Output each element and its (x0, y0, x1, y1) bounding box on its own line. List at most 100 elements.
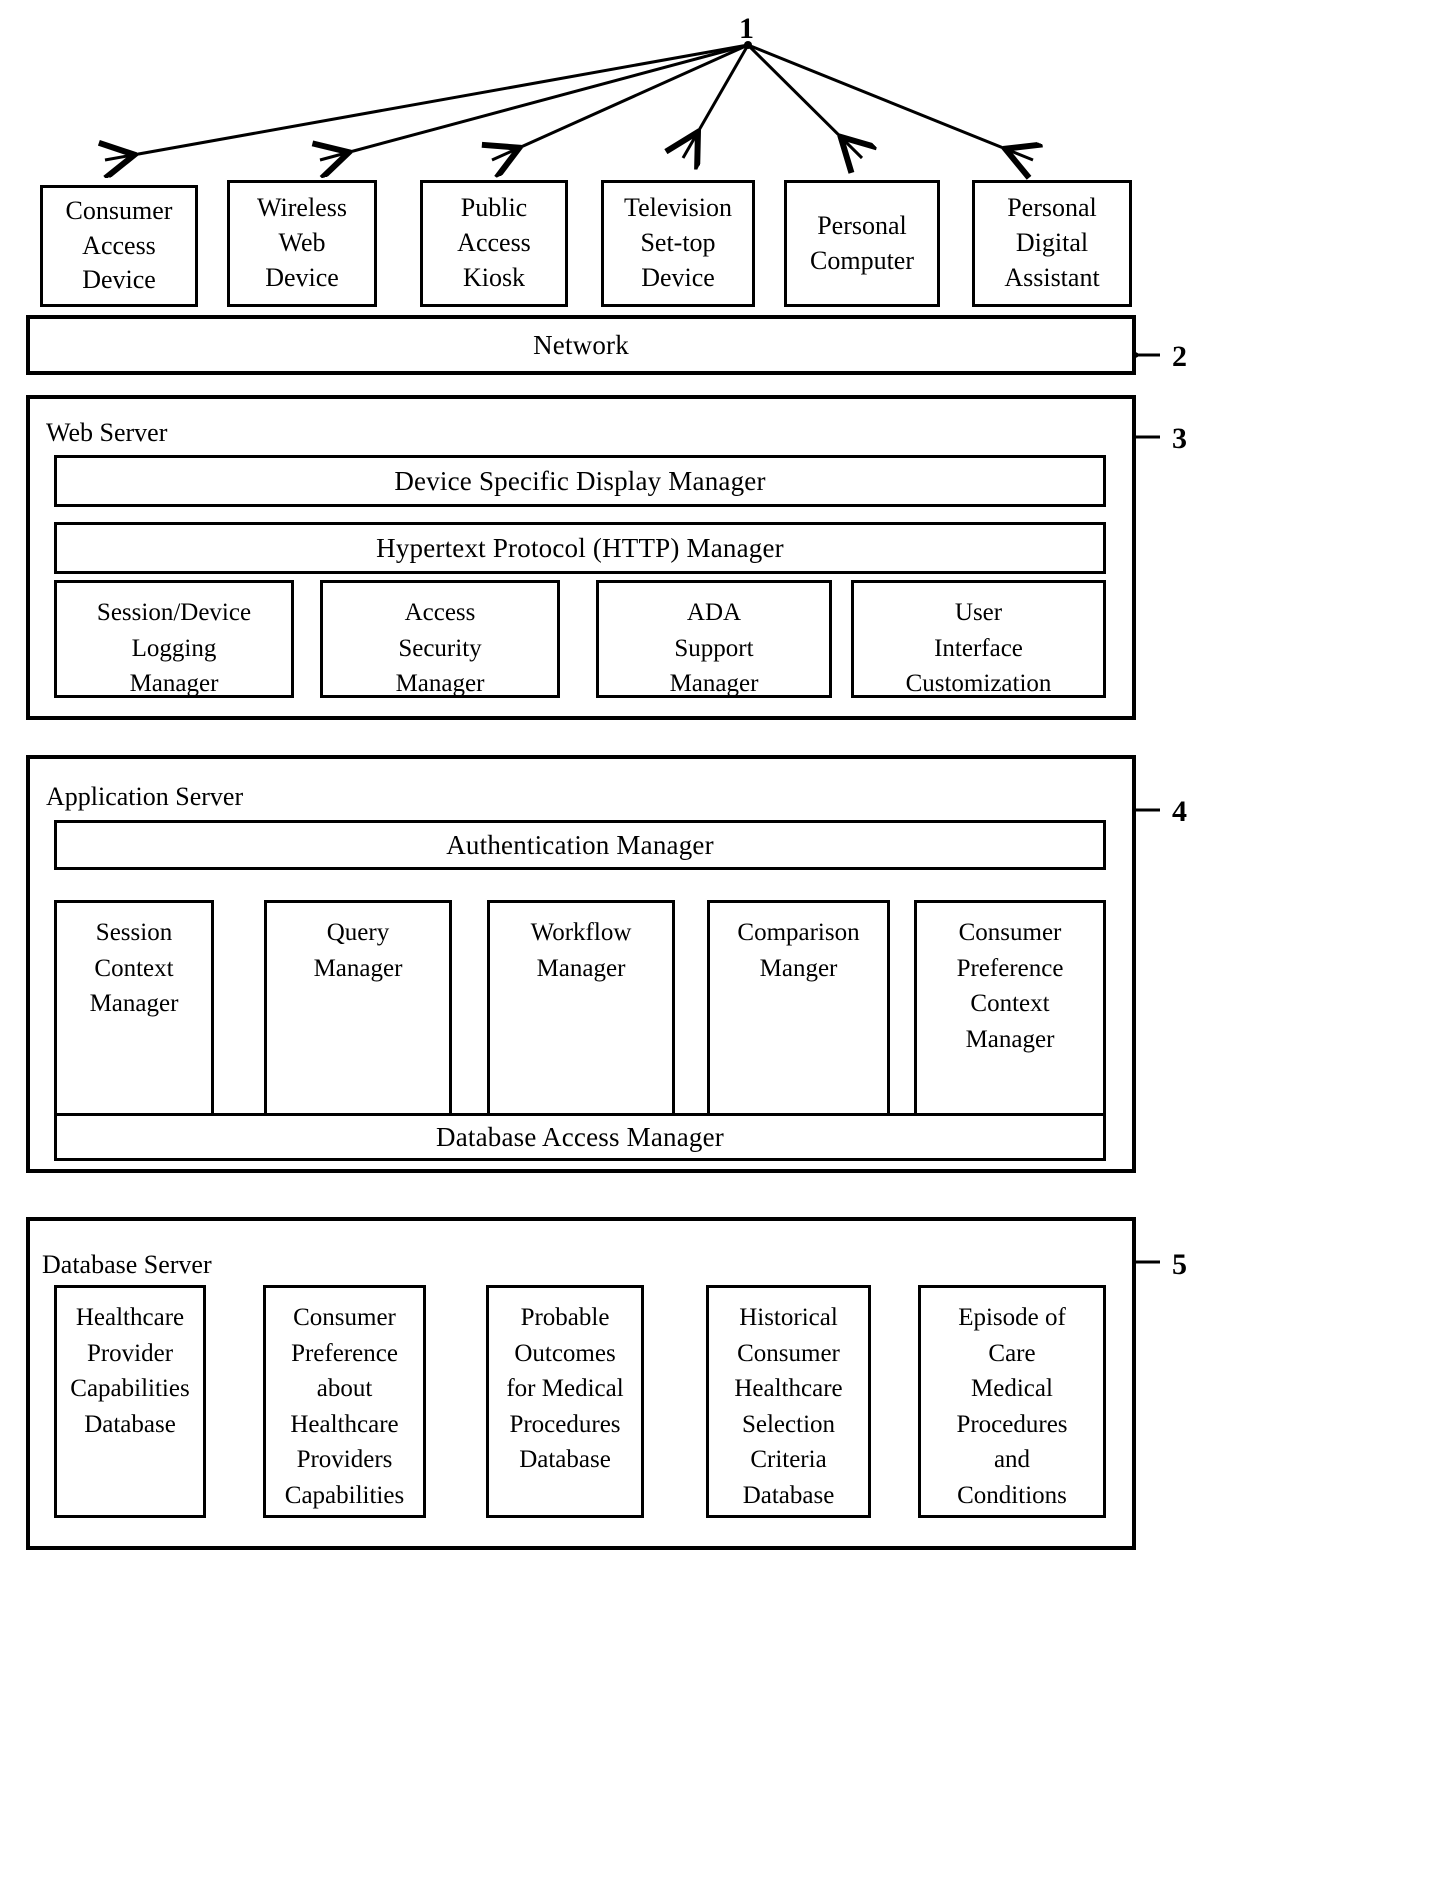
database-line: Healthcare (290, 1410, 399, 1438)
module-line: Context (970, 990, 1050, 1017)
device-box-consumer-access-device[interactable]: Consumer Access Device (40, 185, 198, 307)
device-line: Consumer (65, 195, 173, 225)
application-server-module-session-context-manager[interactable]: Session Context Manager (54, 900, 214, 1120)
device-line: Kiosk (462, 262, 526, 292)
network-label: Network (533, 329, 629, 360)
module-line: Consumer (958, 919, 1062, 946)
database-line: Probable (520, 1304, 610, 1331)
web-server-module-ada-support-manager[interactable]: ADA Support Manager (596, 580, 832, 698)
module-line: Manger (759, 954, 838, 982)
application-server-module-consumer-preference-context-manager[interactable]: Consumer Preference Context Manager (914, 900, 1106, 1120)
device-line: Device (82, 265, 156, 295)
database-box-historical-consumer-healthcare-selection-criteria-database[interactable]: Historical Consumer Healthcare Selection… (706, 1285, 871, 1518)
database-line: Criteria (750, 1446, 827, 1473)
reference-numeral-4: 4 (1172, 795, 1187, 828)
database-line: Care (988, 1339, 1036, 1367)
module-line: Security (398, 634, 482, 662)
database-line: Database (742, 1481, 835, 1509)
module-line: Manager (395, 670, 485, 697)
database-line: Healthcare (734, 1375, 843, 1402)
device-line: Public (460, 193, 528, 223)
device-box-public-access-kiosk[interactable]: Public Access Kiosk (420, 180, 568, 307)
reference-numeral-3: 3 (1172, 422, 1187, 455)
database-box-healthcare-provider-capabilities-database[interactable]: Healthcare Provider Capabilities Databas… (54, 1285, 206, 1518)
reference-numeral-2: 2 (1172, 340, 1187, 373)
device-line: Computer (810, 245, 914, 275)
module-line: Customization (905, 670, 1052, 697)
database-line: Database (84, 1410, 176, 1438)
web-server-bar-device-specific-display-manager[interactable]: Device Specific Display Manager (54, 455, 1106, 507)
web-server-module-user-interface-customization[interactable]: User Interface Customization (851, 580, 1106, 698)
database-line: Procedures (509, 1410, 621, 1438)
device-line: Digital (1015, 228, 1089, 258)
database-line: Selection (741, 1410, 836, 1438)
database-line: Capabilities (70, 1375, 190, 1402)
application-server-bar-database-access-manager[interactable]: Database Access Manager (54, 1113, 1106, 1161)
database-line: and (993, 1446, 1031, 1473)
device-line: Access (82, 230, 156, 260)
module-line: Access (404, 599, 476, 626)
database-line: Preference (291, 1339, 398, 1367)
module-line: Manager (89, 990, 179, 1017)
device-line: Web (278, 228, 326, 258)
module-line: Session/Device (96, 599, 252, 626)
module-line: Manager (313, 954, 403, 982)
module-line: ADA (686, 599, 742, 626)
database-line: Healthcare (75, 1304, 185, 1331)
reference-numeral-5: 5 (1172, 1248, 1187, 1281)
module-line: Interface (934, 634, 1023, 662)
device-line: Device (265, 262, 339, 292)
module-line: Support (674, 634, 754, 662)
device-line: Personal (1007, 193, 1097, 223)
device-line: Assistant (1004, 262, 1100, 292)
database-line: Medical (971, 1375, 1053, 1402)
database-box-consumer-preference-about-healthcare-providers-capabilities[interactable]: Consumer Preference about Healthcare Pro… (263, 1285, 426, 1518)
device-line: Set-top (640, 228, 716, 258)
application-server-module-comparison-manger[interactable]: Comparison Manger (707, 900, 890, 1120)
database-line: for Medical (506, 1375, 624, 1402)
module-line: Query (326, 919, 390, 946)
application-server-module-workflow-manager[interactable]: Workflow Manager (487, 900, 675, 1120)
device-line: Television (624, 193, 732, 223)
bar-label: Authentication Manager (446, 829, 714, 860)
database-line: about (316, 1375, 373, 1402)
device-box-wireless-web-device[interactable]: Wireless Web Device (227, 180, 377, 307)
module-line: User (954, 599, 1003, 626)
application-server-label: Application Server (46, 782, 244, 811)
bar-label: Device Specific Display Manager (394, 465, 766, 496)
network-bar[interactable]: Network (26, 315, 1136, 375)
bar-label: Hypertext Protocol (HTTP) Manager (376, 532, 784, 563)
bar-label: Database Access Manager (436, 1121, 724, 1152)
module-line: Manager (669, 670, 759, 697)
database-box-probable-outcomes-for-medical-procedures-database[interactable]: Probable Outcomes for Medical Procedures… (486, 1285, 644, 1518)
database-line: Capabilities (284, 1481, 405, 1509)
device-box-personal-digital-assistant[interactable]: Personal Digital Assistant (972, 180, 1132, 307)
module-line: Session (95, 919, 173, 946)
database-box-episode-of-care-medical-procedures-and-conditions[interactable]: Episode of Care Medical Procedures and C… (918, 1285, 1106, 1518)
web-server-module-access-security-manager[interactable]: Access Security Manager (320, 580, 560, 698)
database-line: Consumer (293, 1304, 396, 1331)
device-line: Device (641, 262, 715, 292)
database-line: Database (519, 1446, 611, 1473)
database-server-label: Database Server (42, 1250, 212, 1279)
device-box-personal-computer[interactable]: Personal Computer (784, 180, 940, 307)
application-server-bar-authentication-manager[interactable]: Authentication Manager (54, 820, 1106, 870)
module-line: Workflow (530, 919, 632, 946)
module-line: Manager (965, 1025, 1055, 1053)
module-line: Manager (129, 670, 219, 697)
application-server-module-query-manager[interactable]: Query Manager (264, 900, 452, 1120)
web-server-module-session-device-logging-manager[interactable]: Session/Device Logging Manager (54, 580, 294, 698)
module-line: Preference (956, 954, 1064, 982)
device-box-television-set-top-device[interactable]: Television Set-top Device (601, 180, 755, 307)
web-server-bar-hypertext-protocol-manager[interactable]: Hypertext Protocol (HTTP) Manager (54, 522, 1106, 574)
module-line: Manager (536, 954, 626, 982)
database-line: Provider (86, 1339, 174, 1367)
database-line: Outcomes (514, 1339, 616, 1367)
module-line: Comparison (737, 919, 860, 946)
database-line: Providers (296, 1446, 393, 1473)
device-line: Personal (817, 210, 907, 240)
database-line: Conditions (957, 1481, 1067, 1509)
reference-numeral-1: 1 (739, 12, 754, 45)
database-line: Consumer (737, 1339, 840, 1367)
web-server-label: Web Server (46, 418, 168, 447)
